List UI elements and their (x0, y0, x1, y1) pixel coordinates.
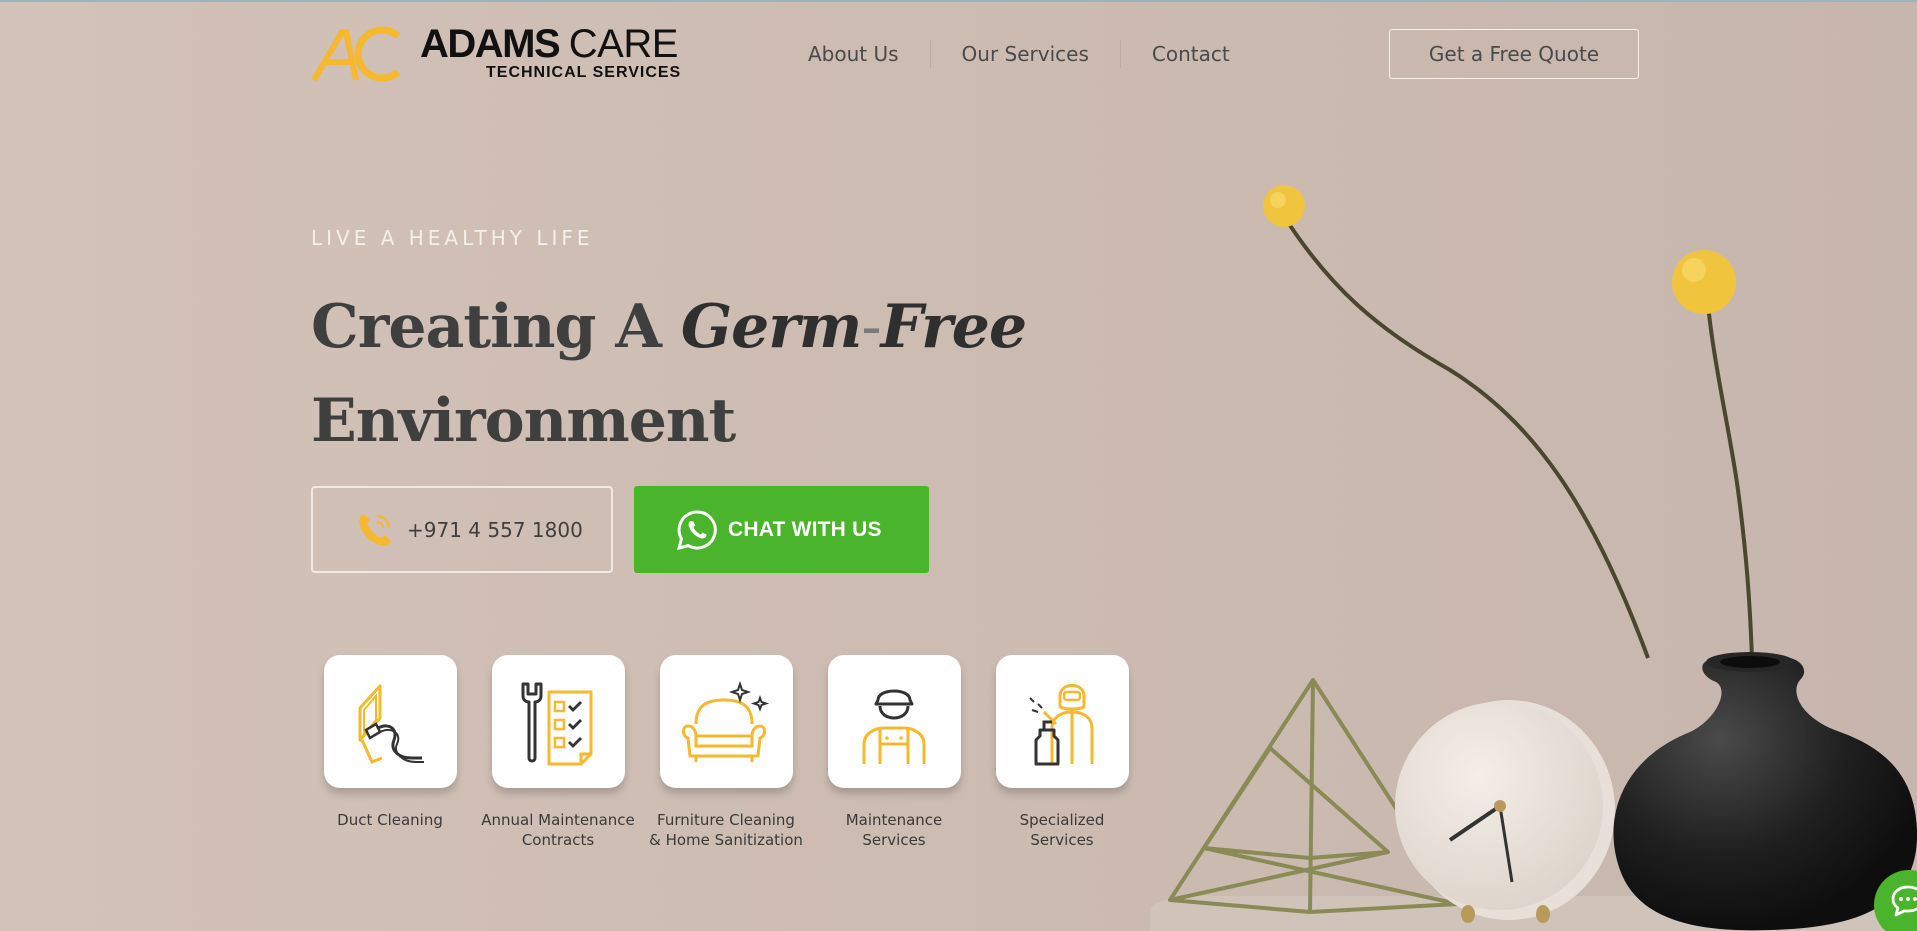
service-label: Specialized Services (1019, 811, 1105, 849)
chat-with-us-button[interactable]: CHAT WITH US (634, 486, 929, 573)
duct-cleaning-icon (358, 684, 424, 764)
service-duct-cleaning[interactable]: Duct Cleaning (310, 655, 470, 830)
wrench-checklist-icon (521, 682, 593, 765)
hero-headline: Creating A Germ-Free Environment (311, 292, 1027, 456)
nav-divider (1119, 40, 1121, 68)
service-tile[interactable] (995, 655, 1129, 788)
phone-icon (359, 513, 391, 546)
hero-decor-still-life (1150, 185, 1917, 931)
whatsapp-icon (676, 509, 717, 550)
service-label: Furniture Cleaning & Home Sanitization (649, 811, 803, 849)
service-label: Duct Cleaning (337, 811, 443, 829)
top-accent-line (0, 0, 1917, 2)
sanitizer-worker-icon (1029, 683, 1094, 765)
main-nav: About Us Our Services Contact (808, 40, 1230, 68)
get-quote-button[interactable]: Get a Free Quote (1389, 29, 1639, 79)
service-label: Maintenance Services (845, 811, 943, 849)
service-tile[interactable] (323, 655, 457, 788)
service-tile[interactable] (827, 655, 961, 788)
service-tile[interactable] (491, 655, 625, 788)
service-label: Annual Maintenance Contracts (481, 811, 635, 849)
chat-bubble-icon (1891, 885, 1917, 917)
nav-contact[interactable]: Contact (1152, 40, 1230, 68)
nav-divider (929, 40, 931, 68)
service-furniture-cleaning[interactable]: Furniture Cleaning & Home Sanitization (646, 655, 806, 850)
service-specialized[interactable]: Specialized Services (982, 655, 1142, 850)
phone-number: +971 4 557 1800 (407, 517, 583, 542)
nav-about-us[interactable]: About Us (808, 40, 899, 68)
service-tile[interactable] (659, 655, 793, 788)
chat-with-us-label: CHAT WITH US (728, 517, 882, 541)
sofa-sparkle-icon (682, 680, 770, 762)
phone-call-button[interactable]: +971 4 557 1800 (311, 486, 613, 573)
service-maintenance[interactable]: Maintenance Services (814, 655, 974, 850)
logo-title: ADAMS CARE (420, 22, 678, 66)
brand-logo[interactable]: ADAMS CARE TECHNICAL SERVICES (312, 22, 680, 84)
hero-eyebrow: LIVE A HEALTHY LIFE (311, 226, 594, 250)
nav-our-services[interactable]: Our Services (962, 40, 1089, 68)
service-annual-maintenance[interactable]: Annual Maintenance Contracts (478, 655, 638, 850)
logo-mark-icon (312, 26, 401, 82)
technician-icon (862, 689, 926, 764)
logo-subtitle: TECHNICAL SERVICES (486, 64, 682, 81)
